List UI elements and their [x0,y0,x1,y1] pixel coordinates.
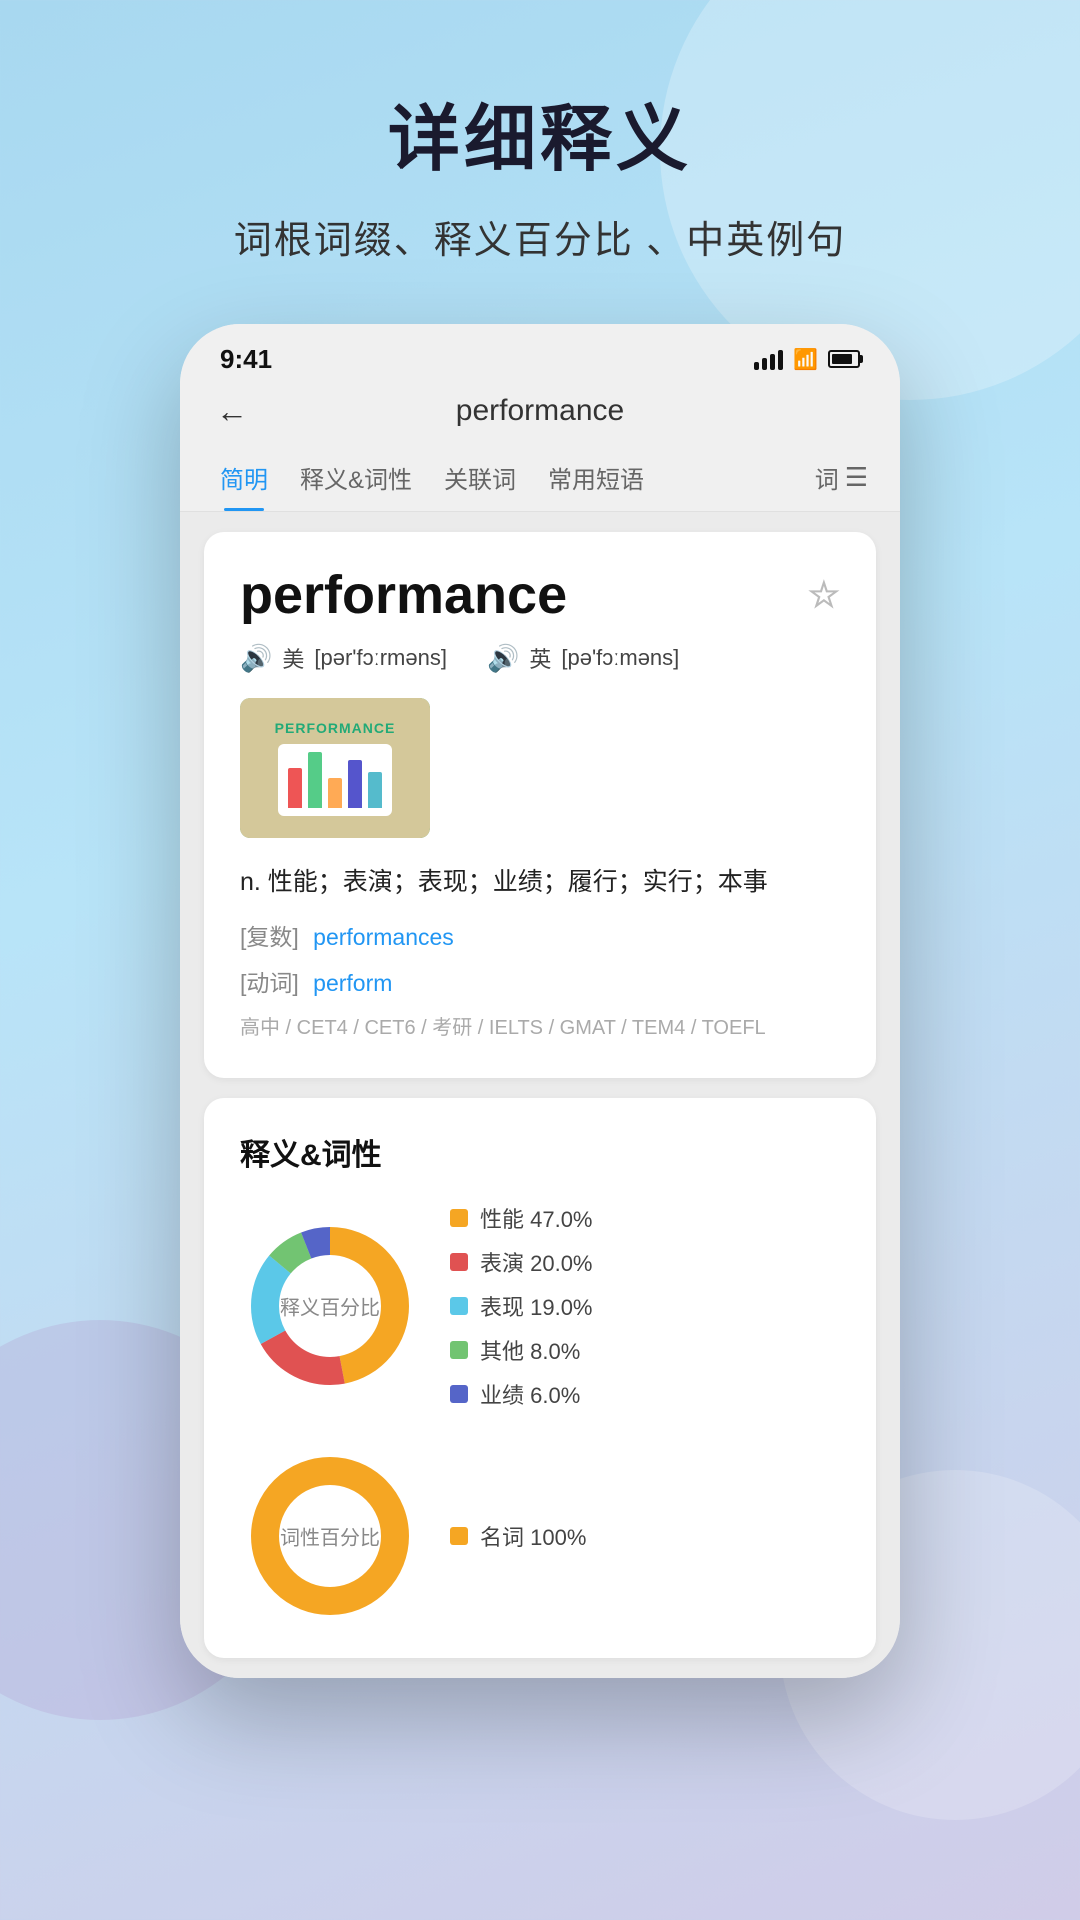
pos-donut-label: 词性百分比 [280,1522,380,1551]
sound-uk-icon[interactable]: 🔊 [487,643,519,674]
pron-us-phonetic: [pər'fɔːrməns] [314,645,447,671]
tab-more[interactable]: 词 ☰ [807,444,876,511]
pos-donut: 词性百分比 [240,1446,420,1626]
inflection-plural-link[interactable]: performances [313,924,454,950]
battery-icon [828,350,860,368]
pron-uk-region: 英 [529,642,551,674]
sound-us-icon[interactable]: 🔊 [240,643,272,674]
level-tags: 高中 / CET4 / CET6 / 考研 / IELTS / GMAT / T… [240,1010,840,1046]
pron-uk: 🔊 英 [pə'fɔːməns] [487,642,679,674]
def-card: 释义&词性 [204,1098,876,1658]
app-header: ← performance [180,384,900,444]
pron-uk-phonetic: [pə'fɔːməns] [561,645,679,671]
nav-tabs: 简明 释义&词性 关联词 常用短语 词 ☰ [180,444,900,512]
word-definition: n. 性能；表演；表现；业绩；履行；实行；本事 [240,862,840,902]
signal-icon [754,348,783,370]
inflection-verb-link[interactable]: perform [313,970,392,996]
meaning-donut: 释义百分比 [240,1216,420,1396]
legend-item-1: 表演 20.0% [450,1246,593,1278]
phone-mockup: 9:41 📶 ← performance 简明 释义&词性 关联词 常用短语 [180,324,900,1678]
legend-item-2: 表现 19.0% [450,1290,593,1322]
legend-item-0: 性能 47.0% [450,1202,593,1234]
word-image: PERFORMANCE [240,698,430,838]
inflection-verb: [动词] perform [240,964,840,998]
page-main-title: 详细释义 [388,80,692,185]
legend-item-4: 业绩 6.0% [450,1378,593,1410]
legend-dot-0 [450,1209,468,1227]
inflection-plural: [复数] performances [240,918,840,952]
legend-dot-2 [450,1297,468,1315]
pronunciation-row: 🔊 美 [pər'fɔːrməns] 🔊 英 [pə'fɔːməns] [240,642,840,674]
app-header-title: performance [456,394,624,428]
menu-icon: ☰ [845,462,868,493]
tab-definition[interactable]: 释义&词性 [284,444,428,511]
tab-phrases[interactable]: 常用短语 [532,444,660,511]
legend-item-3: 其他 8.0% [450,1334,593,1366]
word-header-row: performance ☆ [240,564,840,626]
legend-dot-4 [450,1385,468,1403]
star-button[interactable]: ☆ [808,574,840,616]
pron-us-region: 美 [282,642,304,674]
status-bar: 9:41 📶 [180,324,900,384]
phone-content: performance ☆ 🔊 美 [pər'fɔːrməns] 🔊 英 [pə… [180,512,900,1678]
legend-dot-1 [450,1253,468,1271]
status-time: 9:41 [220,344,272,375]
meaning-legend: 性能 47.0% 表演 20.0% 表现 19.0% 其他 8.0% [450,1202,593,1410]
word-title: performance [240,564,567,626]
word-card: performance ☆ 🔊 美 [pər'fɔːrməns] 🔊 英 [pə… [204,532,876,1078]
meaning-chart-row: 释义百分比 性能 47.0% 表演 20.0% 表现 [240,1202,840,1410]
tab-related[interactable]: 关联词 [428,444,532,511]
pos-legend: 名词 100% [450,1520,586,1552]
pos-chart-row: 词性百分比 名词 100% [240,1446,840,1626]
page-subtitle: 词根词缀、释义百分比 、中英例句 [234,209,847,264]
status-icons: 📶 [754,347,860,372]
back-button[interactable]: ← [216,393,248,430]
def-section-title: 释义&词性 [240,1130,840,1174]
wifi-icon: 📶 [793,347,818,372]
legend-dot-3 [450,1341,468,1359]
pron-us: 🔊 美 [pər'fɔːrməns] [240,642,447,674]
pos-legend-dot-0 [450,1527,468,1545]
meaning-donut-label: 释义百分比 [280,1292,380,1321]
pos-legend-item-0: 名词 100% [450,1520,586,1552]
tab-brief[interactable]: 简明 [204,444,284,511]
